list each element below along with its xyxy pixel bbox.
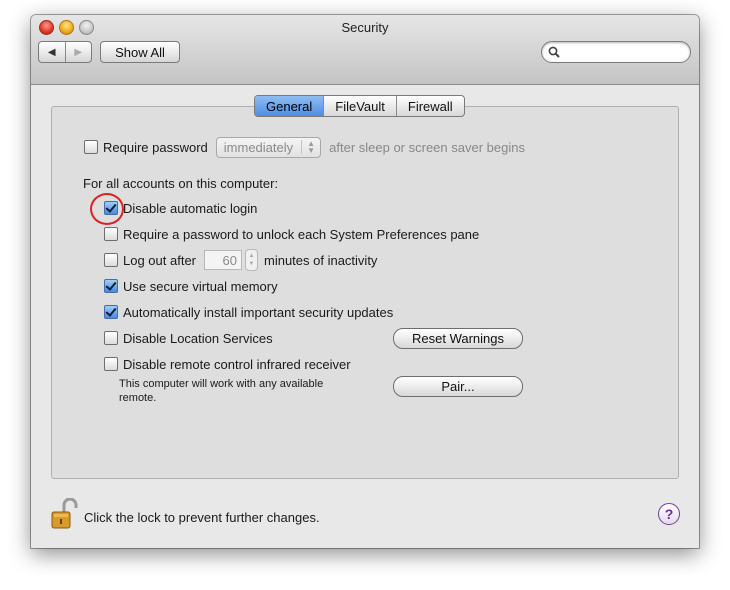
lock-status-text: Click the lock to prevent further change… [84,510,320,525]
disable-location-checkbox[interactable] [104,331,118,345]
disable-location-row: Disable Location Services [104,327,273,349]
ir-note-line2: remote. [119,392,157,404]
disable-ir-label: Disable remote control infrared receiver [123,356,351,372]
reset-warnings-button[interactable]: Reset Warnings [393,328,523,349]
require-pw-prefs-checkbox[interactable] [104,227,118,241]
logout-checkbox[interactable] [104,253,118,267]
back-button[interactable]: ◀ [39,42,65,62]
disable-ir-row: Disable remote control infrared receiver [104,353,351,375]
search-input[interactable] [564,44,686,62]
security-preferences-window: Security ◀ ▶ Show All General FileVault … [31,15,699,548]
auto-updates-checkbox[interactable] [104,305,118,319]
auto-updates-label: Automatically install important security… [123,304,394,320]
tab-general[interactable]: General [255,96,324,116]
highlight-circle-annotation [90,193,124,225]
logout-prefix-label: Log out after [123,252,196,268]
stepper-up-icon: ▲ [248,253,255,259]
section-label: For all accounts on this computer: [83,175,279,191]
back-arrow-icon: ◀ [47,46,56,58]
require-password-delay-select[interactable]: immediately ▲ ▼ [215,136,322,158]
ir-note-line1: This computer will work with any availab… [119,378,324,390]
require-pw-prefs-label: Require a password to unlock each System… [123,226,480,242]
window-titlebar: Security ◀ ▶ Show All [31,15,699,85]
show-all-button[interactable]: Show All [100,41,180,63]
logout-suffix-label: minutes of inactivity [264,252,378,268]
require-password-suffix: after sleep or screen saver begins [329,139,525,155]
logout-row: Log out after 60 ▲ ▼ minutes of inactivi… [104,249,377,271]
disable-auto-login-label: Disable automatic login [123,200,258,216]
forward-button[interactable]: ▶ [64,42,92,62]
require-password-row: Require password immediately ▲ ▼ after sl… [84,136,525,158]
forward-arrow-icon: ▶ [74,46,83,58]
secure-vm-label: Use secure virtual memory [123,278,278,294]
question-mark-icon: ? [664,506,674,522]
preference-pane-content: General FileVault Firewall Require passw… [31,85,699,548]
unlocked-padlock-icon[interactable] [50,498,78,530]
require-password-label: Require password [103,139,208,155]
tab-bar: General FileVault Firewall [254,95,465,117]
help-button[interactable]: ? [658,503,680,525]
require-pw-prefs-row: Require a password to unlock each System… [104,223,479,245]
disable-location-label: Disable Location Services [123,330,273,346]
stepper-down-icon: ▼ [248,261,255,267]
secure-vm-row: Use secure virtual memory [104,275,278,297]
disable-ir-checkbox[interactable] [104,357,118,371]
search-field[interactable] [541,41,691,63]
disable-auto-login-row: Disable automatic login [104,197,257,219]
history-nav-group: ◀ ▶ [38,41,92,63]
tab-firewall[interactable]: Firewall [395,96,464,116]
require-password-checkbox[interactable] [84,140,98,154]
secure-vm-checkbox[interactable] [104,279,118,293]
pair-button[interactable]: Pair... [393,376,523,397]
logout-minutes-stepper[interactable]: ▲ ▼ [245,249,258,271]
select-arrows-icon: ▲ ▼ [301,140,320,155]
logout-minutes-field[interactable]: 60 [204,250,242,270]
window-title: Security [341,20,389,35]
tab-filevault[interactable]: FileVault [323,96,396,116]
require-password-delay-value: immediately [223,139,294,155]
auto-updates-row: Automatically install important security… [104,301,393,323]
search-icon [548,46,560,58]
